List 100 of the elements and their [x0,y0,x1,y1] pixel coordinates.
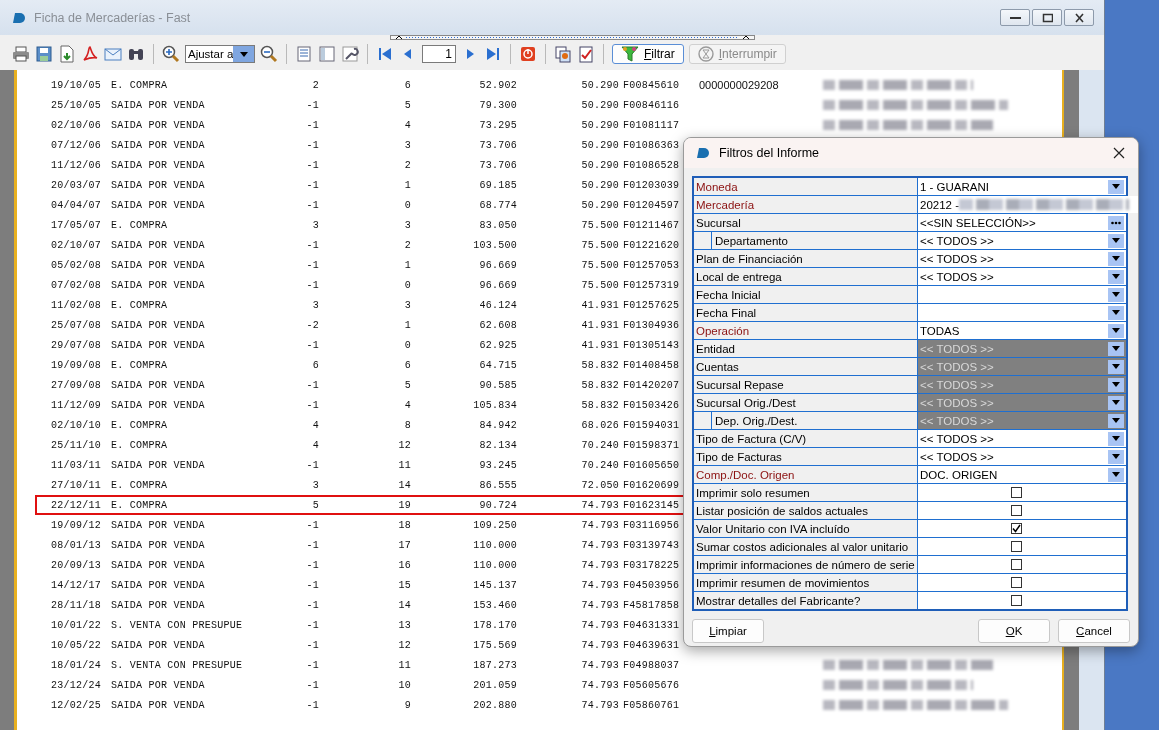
document-cell-text: F01203039 [622,179,681,191]
balance-cell-text: 6 [403,79,411,91]
printer-icon[interactable] [12,45,30,63]
quantity-cell-text: -1 [305,539,319,551]
price-cell-text: 153.460 [472,599,517,611]
filter-dropdown[interactable]: 1 - GUARANI [918,178,1126,195]
maximize-button[interactable] [1032,9,1062,26]
power-icon[interactable] [519,45,537,63]
filter-dropdown[interactable]: << TODOS >> [918,250,1126,267]
caret-icon [1112,472,1120,477]
export-icon[interactable] [58,45,76,63]
filter-dropdown[interactable]: TODAS [918,322,1126,339]
quantity-cell-text: -1 [305,339,319,351]
field-label: Valor Unitario con IVA incluído [695,522,850,535]
checklist-icon[interactable] [577,45,595,63]
field-label: Sucursal Orig./Dest [695,396,796,409]
movement-cell-text: E. COMPRA [111,219,169,231]
price-cell-text: 83.050 [478,219,517,231]
zoom-out-icon[interactable] [260,45,278,63]
pdf-icon[interactable] [81,45,99,63]
filter-dropdown[interactable]: << TODOS >> [918,430,1126,447]
price-cell-text: 110.000 [472,539,517,551]
checkbox[interactable] [1010,577,1022,588]
balance-cell-text: 2 [403,159,411,171]
field-label: Comp./Doc. Origen [695,468,795,481]
balance-cell-text: 19 [397,499,411,511]
movement-cell-text: SAIDA POR VENDA [111,379,206,391]
first-page-icon[interactable] [376,45,394,63]
field-label: Dep. Orig./Dest. [714,414,798,427]
quantity-cell-text: -1 [305,559,319,571]
price-cell-text: 202.880 [472,699,517,711]
filter-dropdown[interactable]: << TODOS >> [918,448,1126,465]
document-cell-text: F03178225 [622,559,681,571]
movement-cell-text: S. VENTA CON PRESUPUE [111,619,244,631]
filter-dropdown[interactable]: <<SIN SELECCIÓN>> [918,214,1126,231]
movement-cell-text: SAIDA POR VENDA [111,119,206,131]
date-cell-text: 02/10/10 [51,419,102,431]
dialog-button[interactable]: Limpiar [692,619,764,643]
dialog-button[interactable]: OK [978,619,1050,643]
caret-icon [1112,274,1120,279]
date-cell-text: 28/11/18 [51,599,102,611]
field-label: Imprimir solo resumen [695,486,810,499]
quantity-cell-text: -1 [305,579,319,591]
splitter-handle[interactable] [390,35,755,40]
balance-cell-text: 11 [397,659,411,671]
checkbox[interactable] [1010,523,1022,534]
price-cell-text: 145.137 [472,579,517,591]
movement-cell-text: SAIDA POR VENDA [111,339,206,351]
cost-cell-text: 74.793 [580,499,619,511]
balance-cell-text: 2 [403,239,411,251]
close-button[interactable] [1064,9,1094,26]
movement-cell-text: E. COMPRA [111,499,169,511]
save-icon[interactable] [35,45,53,63]
field-label: Moneda [695,180,738,193]
filter-dropdown[interactable]: << TODOS >> [918,268,1126,285]
dialog-button[interactable]: Cancel [1058,619,1130,643]
movement-cell-text: E. COMPRA [111,299,169,311]
quantity-cell-text: -1 [305,619,319,631]
quantity-cell-text: -1 [305,199,319,211]
filter-dropdown[interactable]: DOC. ORIGEN [918,466,1126,483]
price-cell-text: 90.585 [478,379,517,391]
document-cell-text: F01623145 [622,499,681,511]
balance-cell-text: 9 [403,699,411,711]
movement-cell-text: E. COMPRA [111,419,169,431]
cost-cell-text: 50.290 [580,99,619,111]
checkbox[interactable] [1010,559,1022,570]
mail-icon[interactable] [104,45,122,63]
checkbox[interactable] [1010,541,1022,552]
quantity-cell-text: -1 [305,259,319,271]
price-cell-text: 96.669 [478,279,517,291]
balance-cell-text: 8 [403,419,411,431]
quantity-cell-text: -1 [305,459,319,471]
quantity-cell-text: -1 [305,699,319,711]
checkbox[interactable] [1010,505,1022,516]
cost-cell-text: 75.500 [580,219,619,231]
page-number-field[interactable]: 1 [422,45,456,63]
date-cell-text: 27/10/11 [51,479,102,491]
dialog-title: Filtros del Informe [719,146,821,160]
last-page-icon[interactable] [484,45,502,63]
zoom-dropdown[interactable]: Ajustar a [185,45,255,63]
balance-cell-text: 1 [403,179,411,191]
cost-cell-text: 50.290 [580,119,619,131]
cost-cell-text: 75.500 [580,279,619,291]
document-cell-text: F05605676 [622,679,681,691]
field-label: Imprimir resumen de movimientos [695,576,870,589]
zoom-in-icon[interactable] [162,45,180,63]
filter-dropdown[interactable]: 20212 - [918,196,1138,213]
filter-dropdown[interactable]: << TODOS >> [918,232,1126,249]
minimize-button[interactable] [1000,9,1030,26]
copy-settings-icon[interactable] [554,45,572,63]
document-cell-text: F04631331 [622,619,681,631]
checkbox[interactable] [1010,487,1022,498]
date-cell-text: 19/10/05 [51,79,102,91]
filter-button[interactable]: Filtrar [612,44,684,64]
checkbox[interactable] [1010,595,1022,606]
caret-icon [1112,256,1120,261]
price-cell-text: 187.273 [472,659,517,671]
date-cell-text: 25/07/08 [51,319,102,331]
document-cell-text: F01204597 [622,199,681,211]
movement-cell-text: SAIDA POR VENDA [111,399,206,411]
